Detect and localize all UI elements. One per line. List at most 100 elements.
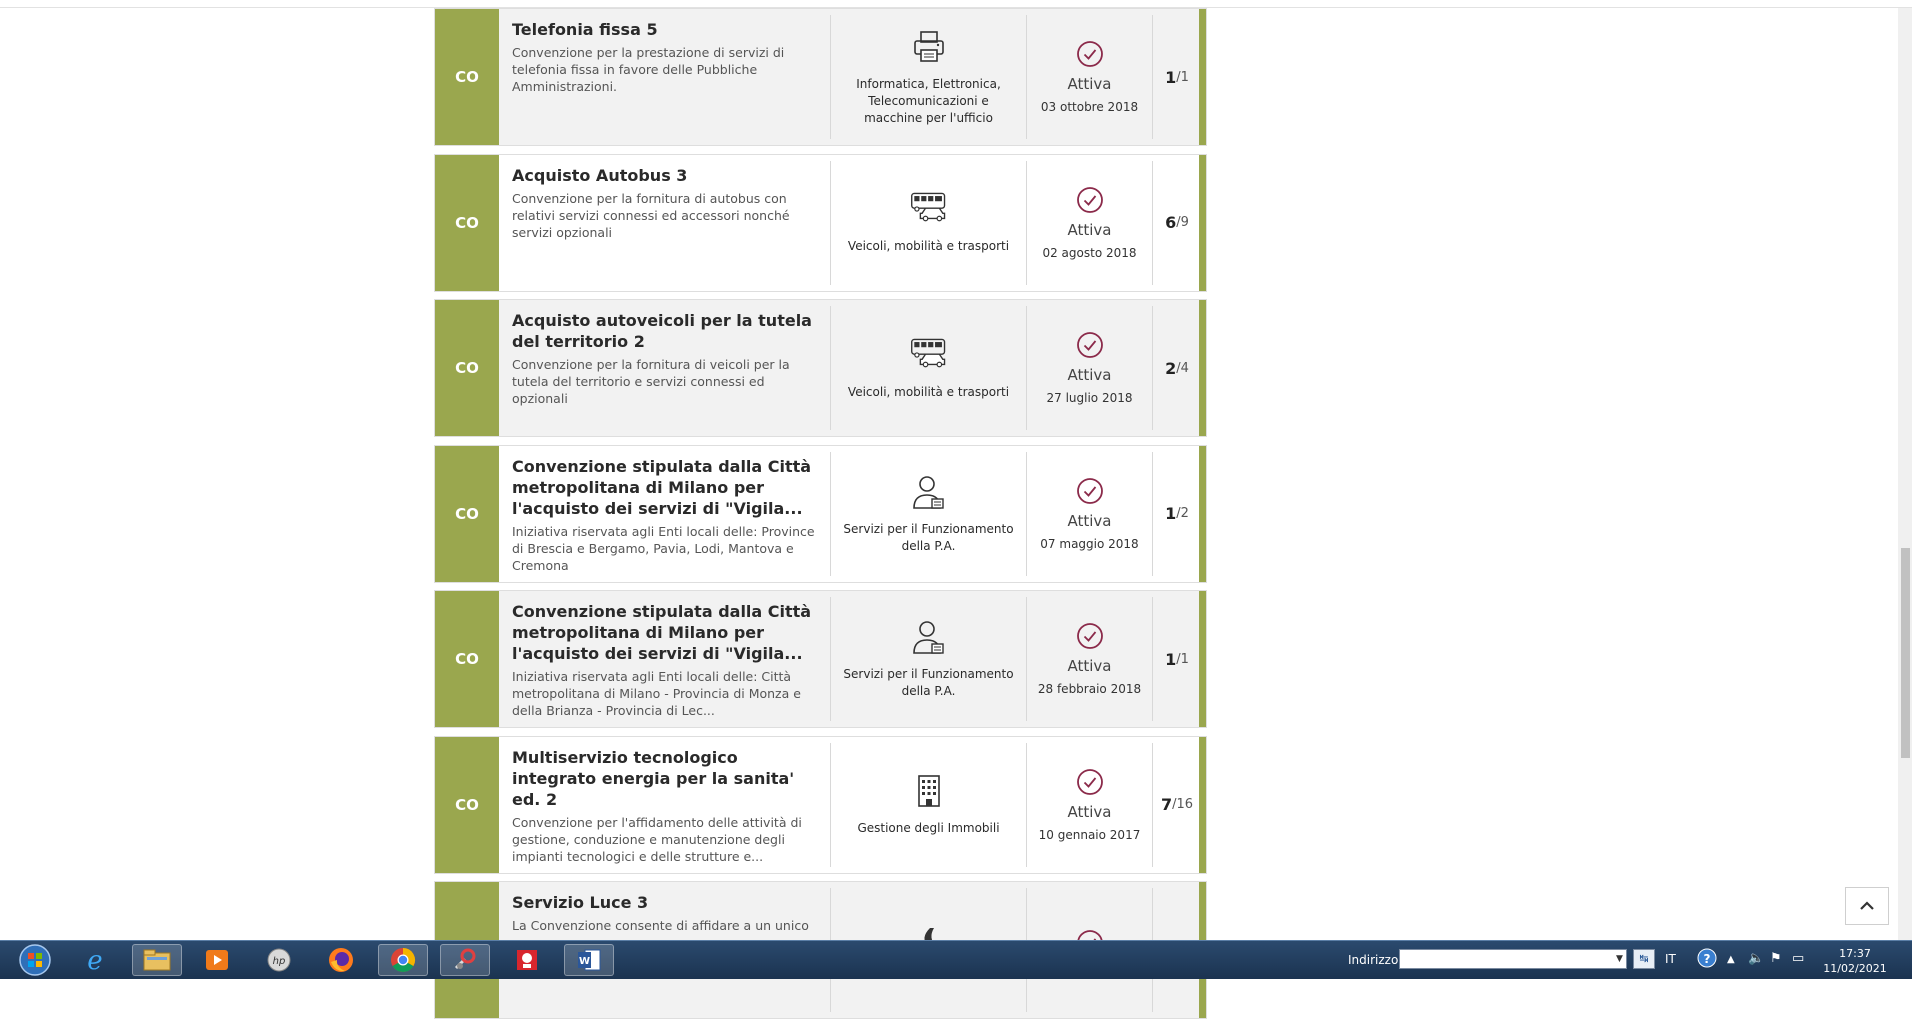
action-center-icon[interactable]: ⚑ — [1770, 951, 1782, 966]
app-icon[interactable] — [502, 944, 552, 976]
category-label: Veicoli, mobilità e trasporti — [847, 239, 1010, 253]
type-badge: CO — [435, 154, 499, 291]
person-icon — [910, 618, 948, 656]
check-circle-icon — [1076, 477, 1104, 505]
lot-count-total: /4 — [1176, 360, 1189, 376]
accent-bar — [1199, 9, 1206, 145]
column-divider — [830, 15, 831, 139]
address-label: Indirizzo — [1348, 953, 1399, 967]
language-indicator[interactable]: IT — [1665, 952, 1676, 966]
card-main: Acquisto Autobus 3 Convenzione per la for… — [512, 165, 817, 241]
type-badge: CO — [435, 591, 499, 727]
tool-icon[interactable] — [440, 944, 490, 976]
card-title[interactable]: Multiservizio tecnologico integrato ener… — [512, 747, 817, 810]
category-cell: Veicoli, mobilità e trasporti — [832, 300, 1025, 436]
card-description: Convenzione per la prestazione di serviz… — [512, 45, 785, 94]
svg-text:e: e — [87, 946, 102, 974]
category-cell: Servizi per il Funzionamento della P.A. — [832, 591, 1025, 727]
back-to-top-button[interactable] — [1845, 887, 1889, 925]
card-title[interactable]: Servizio Luce 3 — [512, 892, 817, 913]
activation-date: 10 gennaio 2017 — [1038, 827, 1141, 842]
svg-text:W: W — [579, 956, 590, 967]
category-cell: Veicoli, mobilità e trasporti — [832, 155, 1025, 291]
lot-count-total: /1 — [1176, 651, 1189, 667]
card-main: Telefonia fissa 5 Convenzione per la pres… — [512, 19, 817, 95]
status-label: Attiva — [1067, 75, 1112, 93]
hp-icon[interactable]: hp — [254, 944, 304, 976]
firefox-icon[interactable] — [316, 944, 366, 976]
printer-icon — [910, 28, 948, 66]
address-input[interactable] — [1399, 949, 1627, 969]
card-main: Acquisto autoveicoli per la tutela del t… — [512, 310, 817, 407]
card-description: Iniziativa riservata agli Enti locali de… — [512, 669, 801, 718]
category-label: Servizi per il Funzionamento della P.A. — [843, 521, 1014, 553]
status-cell: Attiva 10 gennaio 2017 — [1027, 737, 1152, 873]
chrome-icon[interactable] — [378, 944, 428, 976]
vehicles-icon — [910, 190, 948, 228]
card-title[interactable]: Acquisto Autobus 3 — [512, 165, 817, 186]
card-title[interactable]: Convenzione stipulata dalla Città metrop… — [512, 456, 817, 519]
column-divider — [830, 160, 831, 285]
help-icon[interactable]: ? — [1697, 948, 1717, 972]
type-badge: CO — [435, 445, 499, 582]
scrollbar-track[interactable] — [1898, 8, 1912, 940]
lot-count: 2/4 — [1153, 300, 1201, 436]
lot-count-total: /9 — [1176, 215, 1189, 230]
check-circle-icon — [1076, 331, 1104, 359]
lot-count: 7/16 — [1153, 737, 1201, 873]
lot-count: 1/1 — [1153, 9, 1201, 145]
status-label: Attiva — [1067, 511, 1112, 530]
category-label: Veicoli, mobilità e trasporti — [847, 384, 1010, 399]
card-main: Servizio Luce 3 La Convenzione consente d… — [512, 892, 817, 934]
network-icon[interactable]: ▭ — [1792, 951, 1804, 966]
word-icon[interactable]: W — [564, 944, 614, 976]
svg-text:hp: hp — [273, 956, 286, 967]
card-main: Convenzione stipulata dalla Città metrop… — [512, 601, 817, 719]
card-title[interactable]: Acquisto autoveicoli per la tutela del t… — [512, 310, 817, 352]
status-label: Attiva — [1067, 366, 1112, 384]
status-cell: Attiva 07 maggio 2018 — [1027, 446, 1152, 582]
status-cell: Attiva 02 agosto 2018 — [1027, 155, 1152, 291]
clock[interactable]: 17:37 11/02/2021 — [1820, 946, 1890, 976]
activation-date: 03 ottobre 2018 — [1040, 100, 1139, 114]
address-dropdown-icon[interactable]: ▼ — [1612, 949, 1627, 969]
lot-count: 1/2 — [1153, 446, 1201, 582]
volume-icon[interactable]: 🔈 — [1748, 951, 1764, 966]
clock-time: 17:37 — [1839, 947, 1871, 960]
convention-card[interactable]: CO Convenzione stipulata dalla Città metr… — [434, 590, 1207, 728]
check-circle-icon — [1076, 40, 1104, 68]
building-icon — [910, 772, 948, 810]
accent-bar — [1199, 591, 1206, 727]
category-label: Informatica, Elettronica, Telecomunicazi… — [856, 76, 1001, 125]
chevron-up-icon — [1860, 901, 1874, 910]
card-description: Iniziativa riservata agli Enti locali de… — [512, 523, 815, 573]
convention-card[interactable]: CO Convenzione stipulata dalla Città metr… — [434, 444, 1207, 583]
card-description: Convenzione per la fornitura di veicoli … — [512, 357, 790, 406]
media-icon[interactable] — [192, 944, 242, 976]
convention-card[interactable]: CO Multiservizio tecnologico integrato en… — [434, 735, 1207, 874]
card-main: Multiservizio tecnologico integrato ener… — [512, 747, 817, 865]
status-cell: Attiva 28 febbraio 2018 — [1027, 591, 1152, 727]
address-go-button[interactable]: ↹ — [1633, 949, 1655, 969]
convention-card[interactable]: CO Acquisto autoveicoli per la tutela del… — [434, 299, 1207, 437]
start-icon[interactable] — [10, 944, 60, 976]
activation-date: 07 maggio 2018 — [1040, 536, 1139, 551]
lot-count-total: /1 — [1176, 69, 1189, 85]
status-cell: Attiva 27 luglio 2018 — [1027, 300, 1152, 436]
card-title[interactable]: Telefonia fissa 5 — [512, 19, 817, 40]
scrollbar-thumb[interactable] — [1901, 548, 1910, 758]
card-title[interactable]: Convenzione stipulata dalla Città metrop… — [512, 601, 817, 664]
ie-icon[interactable]: e — [70, 944, 120, 976]
category-cell: Gestione degli Immobili — [832, 737, 1025, 873]
convention-card[interactable]: CO Acquisto Autobus 3 Convenzione per la f… — [434, 153, 1207, 292]
convention-card[interactable]: CO Telefonia fissa 5 Convenzione per la pr… — [434, 8, 1207, 146]
type-badge: CO — [435, 300, 499, 436]
card-main: Convenzione stipulata dalla Città metrop… — [512, 456, 817, 574]
status-label: Attiva — [1067, 220, 1112, 239]
card-description: La Convenzione consente di affidare a un… — [512, 918, 809, 933]
explorer-icon[interactable] — [132, 944, 182, 976]
tray-expand-icon[interactable]: ▲ — [1727, 954, 1735, 965]
activation-date: 02 agosto 2018 — [1042, 245, 1137, 260]
accent-bar — [1199, 736, 1206, 873]
accent-bar — [1199, 445, 1206, 582]
